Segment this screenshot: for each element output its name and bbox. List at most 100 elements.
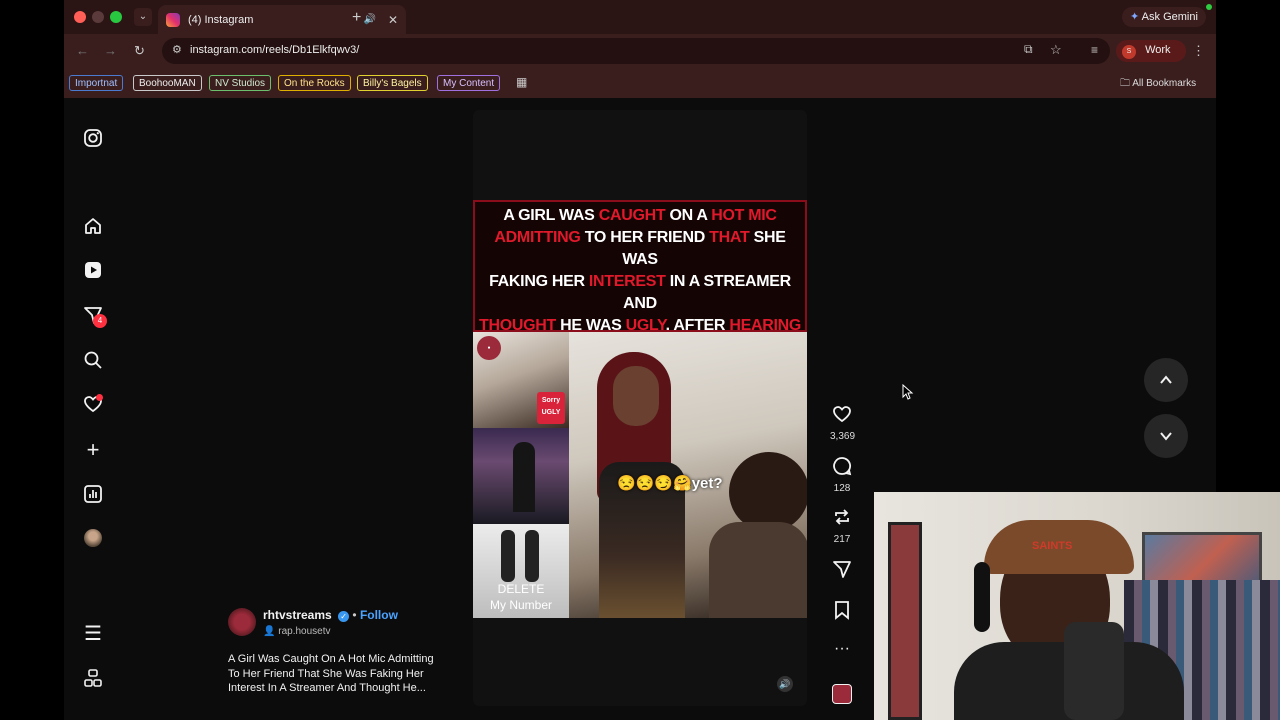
tab-title: (4) Instagram — [188, 13, 254, 26]
bookmark-billys-bagels[interactable]: Billy's Bagels — [357, 75, 428, 91]
url-text: instagram.com/reels/Db1Elkfqwv3/ — [190, 44, 360, 56]
repost-icon — [835, 509, 849, 525]
headline-highlight-word: CAUGHT — [598, 207, 666, 224]
reels-icon[interactable] — [82, 260, 104, 282]
address-bar[interactable]: ⚙ instagram.com/reels/Db1Elkfqwv3/ ⧉ ☆ — [162, 38, 1110, 64]
chevron-up-icon — [1160, 375, 1172, 384]
thumb-person — [501, 530, 515, 582]
thumb-my-number-text: My Number — [489, 598, 552, 612]
search-icon[interactable] — [82, 350, 104, 372]
minimize-window-button[interactable] — [92, 11, 104, 23]
repost-count: 217 — [833, 534, 851, 545]
headphones-left — [974, 562, 990, 632]
headline-text: TO HER FRIEND — [580, 229, 710, 246]
author-username[interactable]: rhtvstreams — [263, 608, 332, 622]
caption-line: To Her Friend That She Was Faking Her — [228, 667, 424, 680]
apps-grid-icon[interactable]: ▦ — [516, 75, 527, 89]
all-bookmarks-label: All Bookmarks — [1132, 78, 1197, 89]
follow-button[interactable]: Follow — [360, 608, 398, 622]
create-plus-icon[interactable]: + — [82, 439, 104, 461]
thumb-person — [513, 442, 535, 512]
tab-search-chevron-icon[interactable]: ⌄ — [134, 8, 152, 26]
comment-count: 128 — [833, 483, 851, 494]
reel-video[interactable]: A GIRL WAS CAUGHT ON A HOT MIC ADMITTING … — [473, 110, 807, 706]
headline-highlight-word: INTEREST — [588, 273, 666, 290]
bookmark-icon — [835, 601, 849, 620]
more-options-icon[interactable]: ··· — [830, 640, 854, 658]
save-button[interactable] — [830, 600, 854, 625]
tab-instagram[interactable]: (4) Instagram 🔊 ✕ — [158, 5, 406, 34]
home-icon[interactable] — [82, 216, 104, 238]
profile-label: Work — [1145, 44, 1171, 56]
browser-window: ⌄ (4) Instagram 🔊 ✕ + ✦ Ask Gemini ← → ↻… — [64, 0, 1216, 98]
reel-headline: A GIRL WAS CAUGHT ON A HOT MIC ADMITTING … — [473, 200, 807, 422]
caption-line: A Girl Was Caught On A Hot Mic Admitting — [228, 653, 434, 665]
author-avatar[interactable] — [228, 608, 256, 636]
previous-reel-button[interactable] — [1144, 358, 1188, 402]
bookmark-star-icon[interactable]: ☆ — [1050, 42, 1062, 58]
person-2-head — [729, 452, 807, 532]
tab-strip: ⌄ (4) Instagram 🔊 ✕ + ✦ Ask Gemini — [64, 0, 1216, 34]
headline-line: A GIRL WAS CAUGHT ON A HOT MIC — [479, 205, 801, 227]
forward-icon[interactable]: → — [104, 43, 117, 58]
close-window-button[interactable] — [74, 11, 86, 23]
repost-button[interactable]: 217 — [830, 507, 854, 545]
bookmark-importnat[interactable]: Importnat — [69, 75, 124, 91]
site-info-icon[interactable]: ⚙ — [172, 43, 182, 56]
video-caption-text: 😒😒😏🤗yet? — [617, 475, 723, 492]
bookmark-my-content[interactable]: My Content — [437, 75, 501, 91]
audio-label: rap.housetv — [278, 626, 331, 637]
gemini-icon: ✦ — [1130, 11, 1140, 23]
video-frame: ● Sorry UGLY DELETE My Number 😒😒😏🤗yet? — [473, 332, 807, 618]
profile-avatar-icon[interactable] — [82, 529, 104, 551]
bookmark-boohooman[interactable]: BoohooMAN — [133, 75, 202, 91]
instagram-logo-icon[interactable] — [82, 128, 104, 150]
chevron-down-icon — [1160, 432, 1172, 441]
more-menu-icon[interactable]: ☰ — [82, 623, 104, 645]
speaker-icon[interactable]: 🔊 — [363, 14, 375, 25]
notifications-heart-icon[interactable] — [82, 394, 104, 416]
media-control-icon[interactable]: ≡ — [1091, 43, 1098, 57]
also-from-meta-icon[interactable] — [82, 668, 104, 690]
mouse-cursor-icon — [902, 383, 914, 405]
profile-button[interactable]: S Work — [1116, 40, 1186, 62]
share-button[interactable] — [830, 559, 854, 584]
back-icon[interactable]: ← — [76, 43, 89, 58]
person-icon: 👤 — [263, 626, 276, 637]
audio-row[interactable]: 👤 rap.housetv — [263, 626, 331, 637]
like-button[interactable]: 3,369 — [830, 404, 855, 442]
comment-icon — [833, 457, 852, 476]
next-reel-button[interactable] — [1144, 414, 1188, 458]
mute-toggle-icon[interactable]: 🔊 — [777, 676, 793, 692]
messages-icon[interactable]: 4 — [82, 305, 107, 328]
audio-thumbnail[interactable] — [830, 684, 854, 709]
cap-logo: SAINTS — [1032, 540, 1073, 552]
person-2-body — [709, 522, 807, 618]
headline-highlight-word: THAT — [709, 229, 750, 246]
install-app-icon[interactable]: ⧉ — [1024, 42, 1033, 57]
dashboard-icon[interactable] — [82, 484, 104, 506]
bookmark-on-the-rocks[interactable]: On the Rocks — [278, 75, 351, 91]
ask-gemini-button[interactable]: ✦ Ask Gemini — [1122, 7, 1206, 27]
thumb-person — [525, 530, 539, 582]
reload-icon[interactable]: ↻ — [134, 43, 145, 59]
status-dot — [1206, 4, 1212, 10]
verified-badge-icon: ✓ — [338, 611, 350, 622]
close-tab-icon[interactable]: ✕ — [388, 13, 398, 27]
menu-kebab-icon[interactable]: ⋮ — [1192, 43, 1205, 59]
bookmark-nv-studios[interactable]: NV Studios — [209, 75, 272, 91]
thumb-delete-text: DELETE — [497, 582, 545, 596]
ask-gemini-label: Ask Gemini — [1141, 11, 1198, 23]
comment-button[interactable]: 128 — [830, 456, 854, 494]
folder-icon: 🗀 — [1120, 78, 1130, 89]
all-bookmarks-button[interactable]: 🗀 All Bookmarks — [1120, 76, 1196, 93]
caption-line: Interest In A Streamer And Thought He... — [228, 682, 426, 694]
thumbnail-3: DELETE My Number — [473, 524, 569, 618]
new-tab-icon[interactable]: + — [352, 9, 361, 27]
reel-caption[interactable]: A Girl Was Caught On A Hot Mic Admitting… — [228, 652, 468, 696]
instagram-favicon-icon — [166, 12, 180, 27]
headline-text: FAKING HER — [489, 273, 589, 290]
microphone — [1064, 622, 1124, 720]
profile-avatar: S — [1122, 45, 1136, 59]
maximize-window-button[interactable] — [110, 11, 122, 23]
